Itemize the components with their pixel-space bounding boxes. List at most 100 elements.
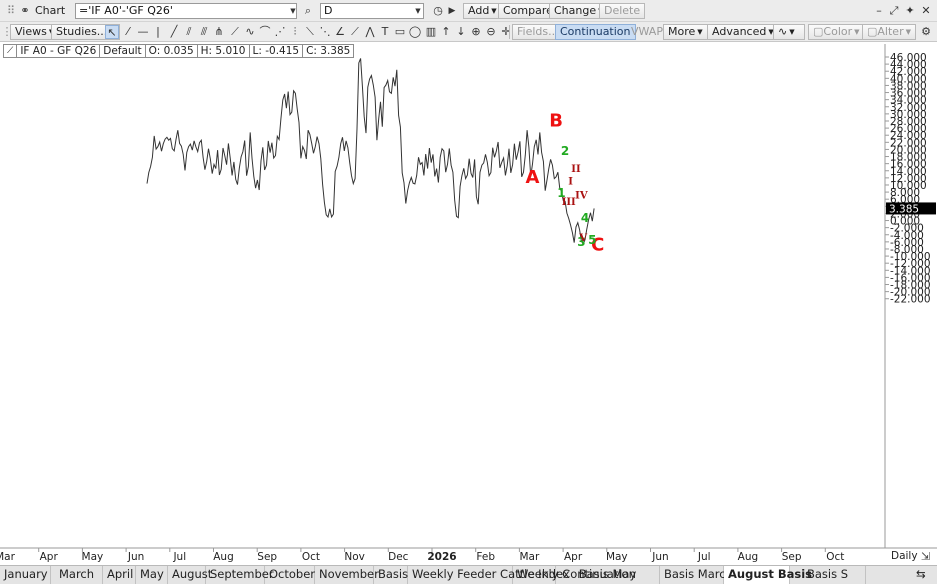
gann-icon[interactable]: ⟋ — [228, 25, 242, 39]
tab-weekly-continuation[interactable]: Weekly Continuation — [513, 566, 636, 584]
tab-august-basis[interactable]: August Basis — [724, 566, 812, 584]
vwap-button[interactable]: VWAP — [626, 24, 668, 40]
x-tick-label: Jul — [697, 551, 711, 563]
info-high: H: 5.010 — [198, 45, 250, 57]
wave-label[interactable]: V — [578, 233, 587, 244]
arrow-up-icon[interactable]: ↑ — [439, 25, 453, 39]
tab-basis-march[interactable]: Basis March — [660, 566, 733, 584]
x-tick-label: Sep — [782, 551, 802, 563]
close-icon[interactable]: ✕ — [919, 4, 933, 18]
add-label: Add — [468, 4, 490, 17]
symbol-input[interactable]: ='IF A0'-'GF Q26' — [75, 3, 297, 19]
channel-icon[interactable]: ⫽ — [182, 25, 196, 39]
andrews-icon[interactable]: ⋱ — [318, 25, 332, 39]
ellipse-icon[interactable]: ◯ — [408, 25, 422, 39]
more-button[interactable]: More ▼ — [663, 24, 708, 40]
tab-scroll-icon[interactable]: ⇆ — [912, 566, 937, 584]
wave-label[interactable]: B — [549, 111, 563, 132]
trendline-icon[interactable]: ╱ — [167, 25, 181, 39]
minimize-icon[interactable]: – — [872, 4, 886, 18]
tab-basis-may[interactable]: Basis May — [556, 566, 660, 584]
wave-label[interactable]: III — [562, 197, 576, 208]
interval-input[interactable]: D — [320, 3, 424, 19]
wave-label[interactable]: 4 — [581, 211, 589, 225]
cycle-icon[interactable]: ⫶ — [288, 25, 302, 39]
wave-label[interactable]: I — [568, 176, 573, 187]
fan-icon[interactable]: ⋰ — [273, 25, 287, 39]
x-tick-label: Dec — [388, 551, 409, 563]
continuation-button[interactable]: Continuation — [555, 24, 636, 40]
fibonacci-icon[interactable]: ⫻ — [197, 25, 211, 39]
x-tick-label: Mar — [0, 551, 16, 563]
wave-label[interactable]: IV — [575, 190, 588, 201]
tab-march[interactable]: March — [51, 566, 103, 584]
link-icon[interactable]: ⚭ — [18, 4, 32, 18]
wave-label[interactable]: 2 — [561, 144, 569, 158]
info-close: C: 3.385 — [306, 45, 351, 57]
columns-icon[interactable]: ▥ — [424, 25, 438, 39]
settings-icon[interactable]: ⚙ — [919, 25, 933, 39]
wave-label[interactable]: II — [571, 164, 581, 175]
delete-button[interactable]: Delete — [599, 3, 646, 19]
wave-label[interactable]: A — [526, 167, 540, 188]
symbol-search-icon[interactable]: ⌕ — [301, 4, 315, 18]
line-style-button[interactable]: ∿ ▼ — [773, 24, 805, 40]
x-tick-label: Nov — [344, 551, 365, 563]
wave-icon[interactable]: ∿ — [243, 25, 257, 39]
tab-october[interactable]: October — [265, 566, 315, 584]
axis-settings-icon[interactable]: ⇲ — [921, 550, 930, 563]
x-tick-label: Aug — [213, 551, 234, 563]
pointer-tool-icon[interactable]: ↖ — [105, 25, 119, 39]
tab-january[interactable]: January — [0, 566, 51, 584]
main-toolbar: ⠿ ⚭ Chart ='IF A0'-'GF Q26' ▼ ⌕ D ▼ ◷ ▶ … — [0, 0, 937, 22]
pin-icon[interactable]: ✦ — [903, 4, 917, 18]
alter-button[interactable]: ▢Alter ▼ — [862, 24, 916, 40]
tab-april[interactable]: April — [103, 566, 136, 584]
last-value-marker: 3.385 — [886, 202, 936, 215]
tab-weekly-feeder-cattle-index[interactable]: Weekly Feeder Cattle Index — [408, 566, 570, 584]
color-button[interactable]: ▢Color ▼ — [808, 24, 865, 40]
elliott-icon[interactable]: ⋀ — [363, 25, 377, 39]
speed-lines-icon[interactable]: ⟋ — [348, 25, 362, 39]
alter-label: Alter — [877, 25, 904, 38]
chart-info-bar: ⟋ IF A0 - GF Q26 Default O: 0.035 H: 5.0… — [3, 44, 355, 58]
wave-label[interactable]: 5 — [588, 233, 596, 247]
horizontal-line-icon[interactable]: — — [136, 25, 150, 39]
symbol-dropdown-icon[interactable]: ▼ — [286, 4, 300, 18]
pitchfork-icon[interactable]: ⋔ — [212, 25, 226, 39]
tab-may[interactable]: May — [136, 566, 168, 584]
tab-november[interactable]: November — [315, 566, 379, 584]
tab-basis[interactable]: Basis — [374, 566, 408, 584]
advanced-label: Advanced — [712, 25, 767, 38]
vertical-line-icon[interactable]: | — [151, 25, 165, 39]
chart-style-icon[interactable]: ⟋ — [4, 45, 18, 57]
zoom-out-icon[interactable]: ⊖ — [484, 25, 498, 39]
tab-basis-s[interactable]: Basis S — [790, 566, 866, 584]
tab-september[interactable]: September — [206, 566, 274, 584]
angle-icon[interactable]: ∠ — [333, 25, 347, 39]
line-tool-icon[interactable]: ⁄ — [121, 25, 135, 39]
rectangle-icon[interactable]: ▭ — [393, 25, 407, 39]
price-chart[interactable]: 46.00044.00042.00040.00038.00036.00034.0… — [0, 42, 937, 565]
crosshair-icon[interactable]: ✛ — [499, 25, 513, 39]
text-tool-icon[interactable]: T — [378, 25, 392, 39]
x-tick-label: Sep — [257, 551, 277, 563]
restore-icon[interactable]: ⤢ — [887, 4, 901, 18]
zoom-in-icon[interactable]: ⊕ — [469, 25, 483, 39]
info-symbol: IF A0 - GF Q26 — [17, 45, 101, 57]
clock-icon[interactable]: ◷ — [431, 4, 445, 18]
advanced-button[interactable]: Advanced ▼ — [707, 24, 779, 40]
info-low: L: -0.415 — [250, 45, 304, 57]
play-icon[interactable]: ▶ — [445, 4, 459, 18]
more-label: More — [668, 25, 696, 38]
x-tick-label: May — [82, 551, 104, 563]
regression-icon[interactable]: ⟍ — [303, 25, 317, 39]
tab-august[interactable]: August — [168, 566, 212, 584]
interval-dropdown-icon[interactable]: ▼ — [411, 4, 425, 18]
x-tick-label: Oct — [826, 551, 844, 563]
add-button[interactable]: Add ▼ — [463, 3, 502, 19]
drag-handle-icon[interactable]: ⠿ — [4, 4, 18, 18]
arrow-down-icon[interactable]: ↓ — [454, 25, 468, 39]
arc-icon[interactable]: ⌒ — [258, 25, 272, 39]
interval-axis-label: Daily — [891, 550, 918, 562]
